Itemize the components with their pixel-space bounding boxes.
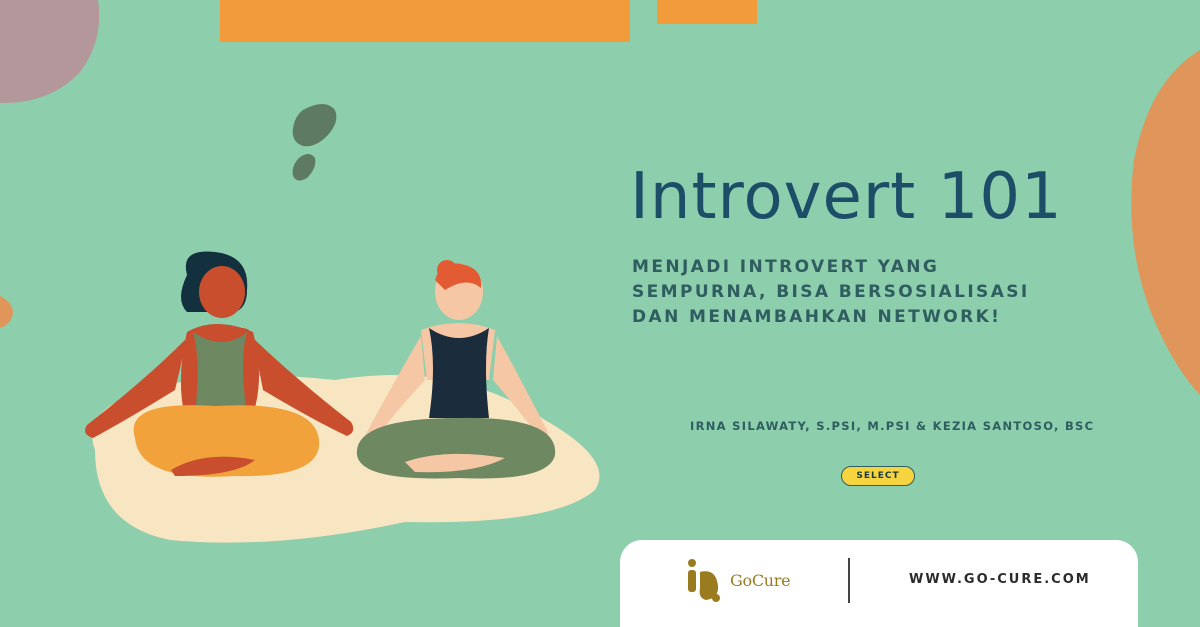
website-link[interactable]: WWW.GO-CURE.COM <box>909 572 1091 587</box>
authors-text: IRNA SILAWATY, S.PSI, M.PSI & KEZIA SANT… <box>690 419 1095 433</box>
woman-right-figure <box>356 260 556 479</box>
orange-blob-right-shape <box>1131 50 1200 395</box>
meditation-illustration <box>85 251 600 543</box>
footer-divider <box>848 558 850 603</box>
quote-mark-icon <box>292 104 337 181</box>
orange-blob-left-shape <box>0 296 13 328</box>
banner-title: Introvert 101 <box>630 160 1063 234</box>
brand-name: GoCure <box>730 571 791 590</box>
orange-rectangle-right <box>657 0 757 24</box>
banner-subtitle: MENJADI INTROVERT YANG SEMPURNA, BISA BE… <box>632 257 1030 327</box>
promo-banner: Introvert 101 MENJADI INTROVERT YANG SEM… <box>0 0 1200 627</box>
footer-card: GoCure WWW.GO-CURE.COM <box>620 540 1138 627</box>
gocure-logo-icon <box>688 559 720 602</box>
mauve-blob-shape <box>0 0 100 104</box>
select-button[interactable]: SELECT <box>841 466 915 486</box>
orange-rectangle-left <box>220 0 630 42</box>
